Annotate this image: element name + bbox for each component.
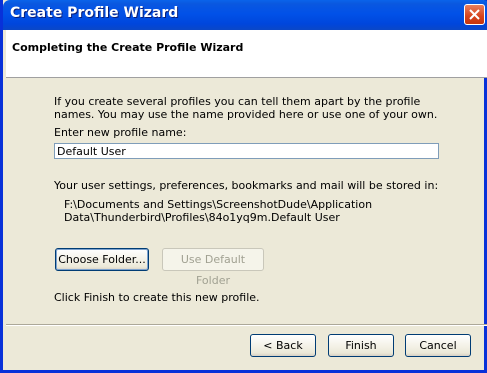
storage-path: F:\Documents and Settings\ScreenshotDude… bbox=[64, 198, 373, 224]
wizard-header: Completing the Create Profile Wizard bbox=[6, 30, 487, 78]
cancel-button[interactable]: Cancel bbox=[405, 334, 471, 357]
choose-folder-button[interactable]: Choose Folder... bbox=[55, 248, 149, 271]
back-button[interactable]: < Back bbox=[250, 334, 316, 357]
wizard-window: Create Profile Wizard Completing the Cre… bbox=[0, 0, 487, 373]
intro-text: If you create several profiles you can t… bbox=[54, 95, 438, 121]
close-button[interactable] bbox=[464, 4, 485, 25]
finish-hint: Click Finish to create this new profile. bbox=[54, 291, 260, 304]
finish-button[interactable]: Finish bbox=[328, 334, 394, 357]
close-icon bbox=[469, 9, 480, 20]
use-default-folder-button[interactable]: Use Default Folder bbox=[162, 248, 264, 287]
footer-divider bbox=[6, 324, 487, 326]
storage-text: Your user settings, preferences, bookmar… bbox=[54, 179, 439, 192]
profile-name-input[interactable] bbox=[54, 143, 439, 159]
title-bar[interactable]: Create Profile Wizard bbox=[3, 0, 487, 30]
window-title: Create Profile Wizard bbox=[10, 5, 179, 21]
page-title: Completing the Create Profile Wizard bbox=[12, 41, 244, 54]
profile-name-label: Enter new profile name: bbox=[54, 126, 187, 139]
